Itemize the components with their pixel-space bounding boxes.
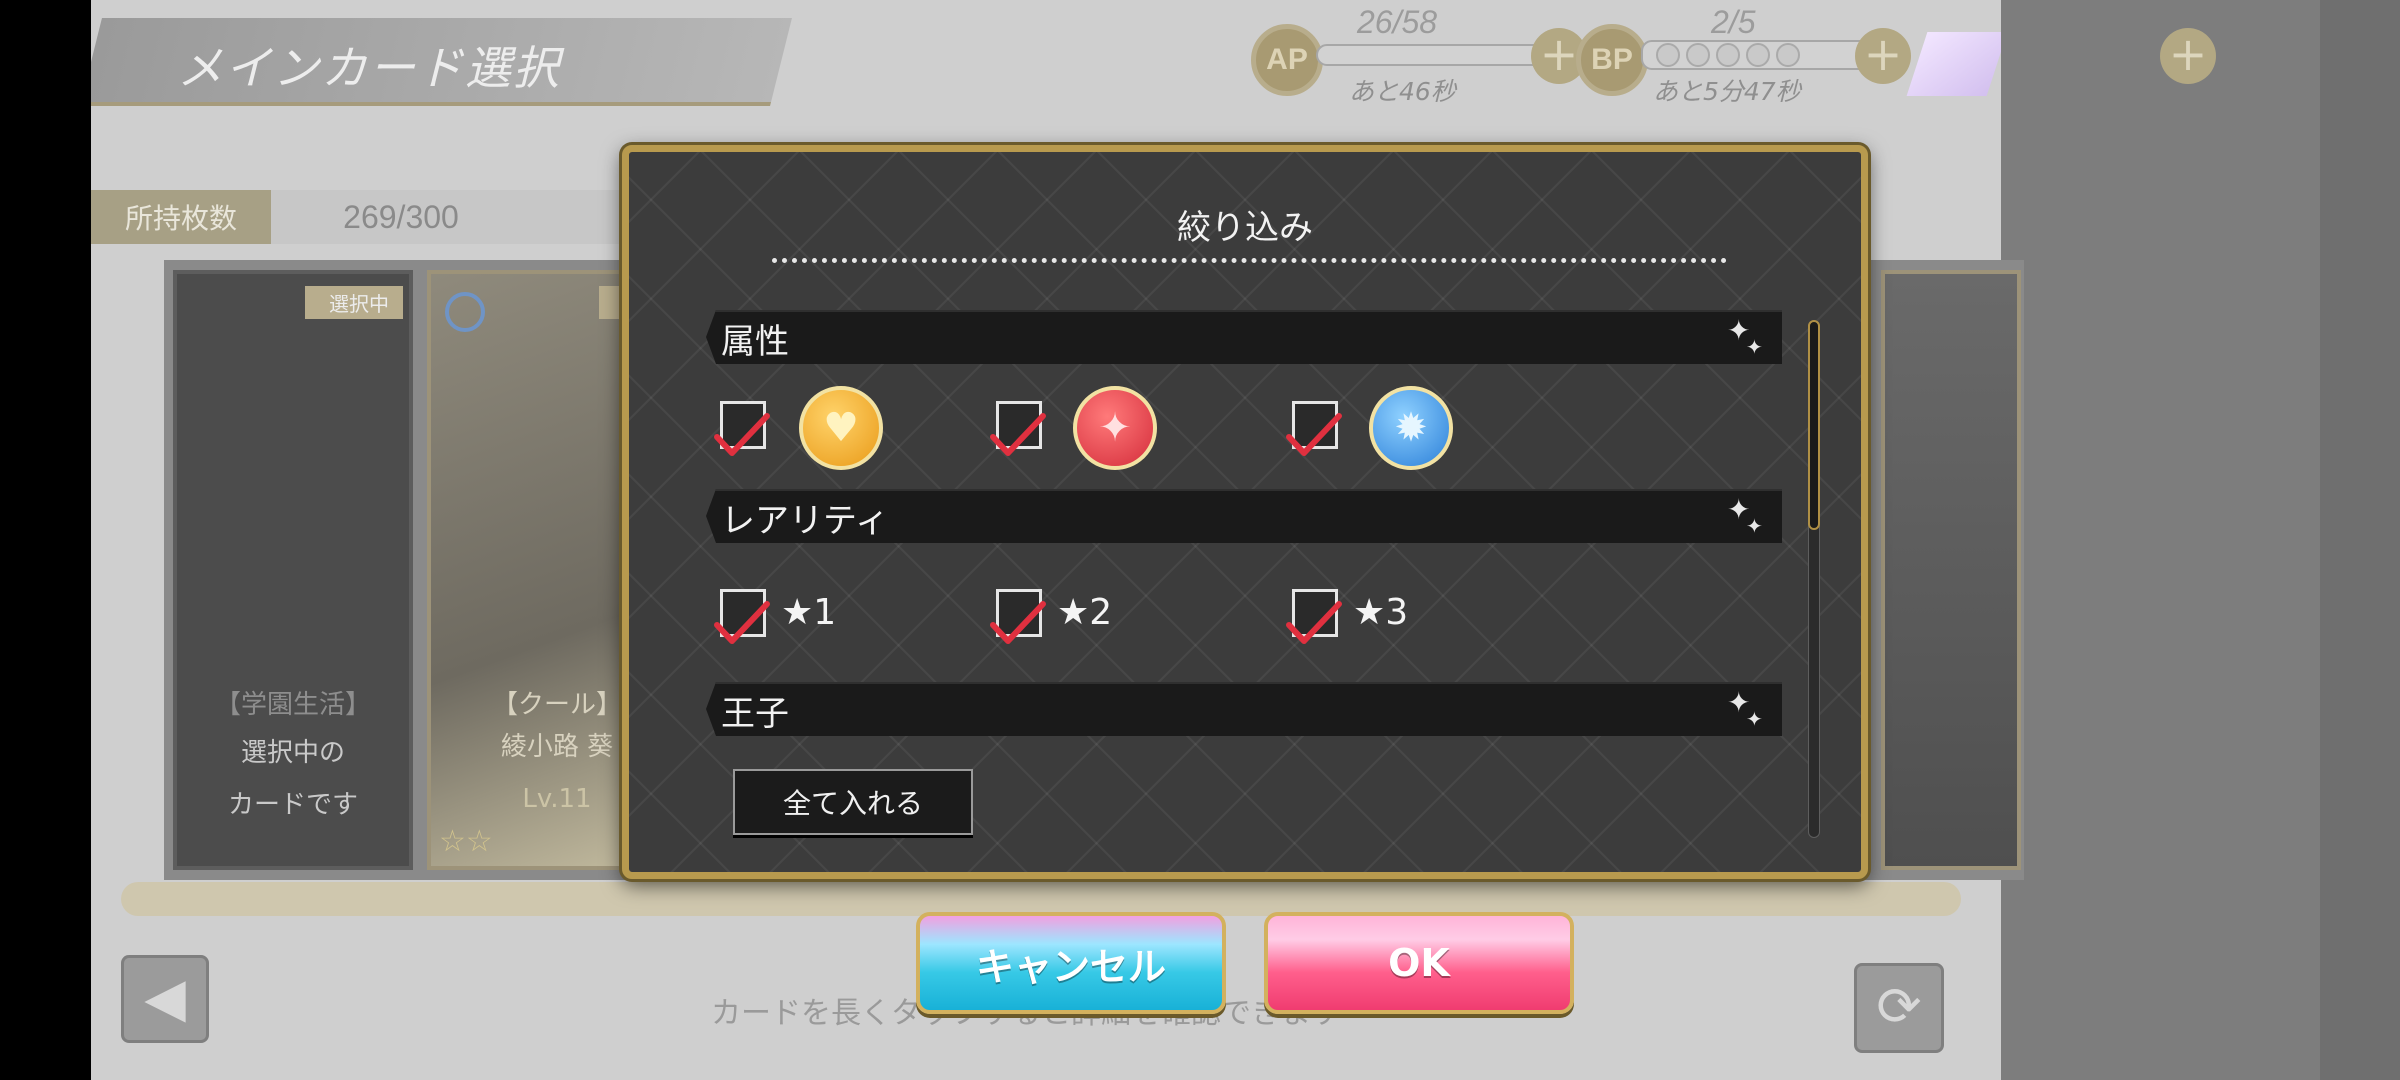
section-header-prince xyxy=(706,682,1782,736)
selected-card-line1: 選択中の xyxy=(240,738,345,768)
card-item[interactable] xyxy=(1881,270,2021,870)
ok-button[interactable]: OK xyxy=(1264,912,1574,1014)
rarity-label-2: ★2 xyxy=(1057,592,1113,633)
attribute-checkbox-gem[interactable] xyxy=(1286,401,1342,456)
refresh-button[interactable]: ⟳ xyxy=(1854,963,1944,1053)
title-divider xyxy=(772,258,1727,263)
section-header-attribute xyxy=(706,310,1782,364)
filter-dialog: 絞り込み 属性 ✦ ✦ ♥ ✦ ✹ レアリティ ✦ ✦ ★1 ★2 ★3 王子 xyxy=(622,145,1868,879)
selected-badge: 選択中 xyxy=(305,286,403,319)
selected-card-line2: カードです xyxy=(227,790,358,820)
attribute-checkbox-star[interactable] xyxy=(990,401,1046,456)
section-label-attribute: 属性 xyxy=(721,322,789,362)
section-label-rarity: レアリティ xyxy=(721,501,889,541)
checkmark-icon xyxy=(990,413,1046,456)
dialog-title: 絞り込み xyxy=(1177,208,1313,248)
rarity-label-3: ★3 xyxy=(1353,592,1409,633)
section-label-prince: 王子 xyxy=(721,694,789,734)
attribute-checkbox-heart[interactable] xyxy=(714,401,770,456)
owned-label: 所持枚数 xyxy=(91,190,271,244)
checkmark-icon xyxy=(1286,601,1342,644)
back-button[interactable]: ◀ xyxy=(121,955,209,1043)
cool-attribute-icon xyxy=(445,292,485,332)
selected-card-title: 【学園生活】 xyxy=(214,690,371,720)
rarity-checkbox-2[interactable] xyxy=(990,589,1046,644)
card-scroll-bar[interactable] xyxy=(121,882,1961,916)
checkmark-icon xyxy=(714,601,770,644)
rarity-checkbox-3[interactable] xyxy=(1286,589,1342,644)
background-right-edge xyxy=(2320,0,2400,1080)
gem-plus-button[interactable]: + xyxy=(2160,28,2216,84)
cancel-button[interactable]: キャンセル xyxy=(916,912,1226,1014)
selected-card[interactable]: 選択中 【学園生活】 選択中の カードです xyxy=(173,270,413,870)
checkmark-icon xyxy=(1286,413,1342,456)
star-attribute-icon[interactable]: ✦ xyxy=(1073,386,1157,470)
checkmark-icon xyxy=(990,601,1046,644)
rarity-label-1: ★1 xyxy=(781,592,837,633)
scroll-thumb[interactable] xyxy=(1808,320,1820,530)
gem-attribute-icon[interactable]: ✹ xyxy=(1369,386,1453,470)
checkmark-icon xyxy=(714,413,770,456)
select-all-button[interactable]: 全て入れる xyxy=(733,769,973,835)
sparkle-icon: ✦ xyxy=(1746,335,1763,359)
heart-attribute-icon[interactable]: ♥ xyxy=(799,386,883,470)
rarity-checkbox-1[interactable] xyxy=(714,589,770,644)
card-stars: ☆☆ xyxy=(439,824,493,859)
sparkle-icon: ✦ xyxy=(1746,514,1763,538)
sparkle-icon: ✦ xyxy=(1746,707,1763,731)
owned-value: 269/300 xyxy=(343,198,459,235)
